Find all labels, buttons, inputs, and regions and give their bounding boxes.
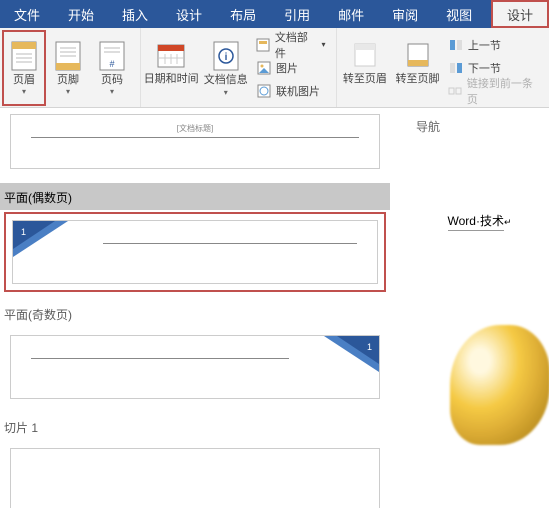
tab-design[interactable]: 设计 <box>162 0 216 28</box>
next-icon <box>448 60 464 76</box>
date-time-button[interactable]: 日期和时间 <box>143 30 199 106</box>
tab-home[interactable]: 开始 <box>54 0 108 28</box>
tab-review[interactable]: 审阅 <box>378 0 432 28</box>
link-previous-button[interactable]: 链接到前一条页 <box>448 80 539 102</box>
thumb-preview: 1 <box>12 220 378 284</box>
tab-mailings[interactable]: 邮件 <box>324 0 378 28</box>
gallery-item-top[interactable]: [文档标题] <box>4 108 386 175</box>
triangle-icon <box>337 336 379 364</box>
prev-section-button[interactable]: 上一节 <box>448 34 539 56</box>
category-odd[interactable]: 平面(奇数页) <box>0 300 390 327</box>
tab-insert[interactable]: 插入 <box>108 0 162 28</box>
gallery-panel[interactable]: [文档标题] 平面(偶数页) 1 平面(奇数页) 1 切片 1 1 <box>0 108 390 508</box>
picture-icon <box>256 60 272 76</box>
ribbon: 页眉 ▾ 页脚 ▾ # 页码 ▾ 日期和时间 i <box>0 28 549 108</box>
header-button[interactable]: 页眉 ▾ <box>2 30 46 106</box>
page-number-label: 页码 <box>101 74 123 87</box>
header-label: 页眉 <box>13 74 35 87</box>
dropdown-arrow-icon: ▾ <box>22 87 26 96</box>
goto-header-icon <box>351 39 379 71</box>
footer-icon <box>54 40 82 72</box>
calendar-icon <box>157 39 185 71</box>
doc-parts-button[interactable]: 文档部件▾ <box>256 34 326 56</box>
doc-title: Word·技术↵ <box>448 212 512 231</box>
doc-parts-icon <box>256 37 271 53</box>
svg-text:i: i <box>224 52 227 63</box>
group-insert: 日期和时间 i 文档信息 ▾ 文档部件▾ 图片 联机图片 <box>141 28 337 107</box>
footer-label: 页脚 <box>57 74 79 87</box>
nav-small-buttons: 上一节 下一节 链接到前一条页 <box>444 30 543 105</box>
document-preview[interactable]: Word·技术↵ <box>410 145 549 445</box>
triangle-icon <box>13 221 55 249</box>
dropdown-arrow-icon: ▾ <box>322 40 326 49</box>
document-area: 导航 Word·技术↵ <box>410 108 549 445</box>
doc-info-icon: i <box>212 40 240 72</box>
insert-small-buttons: 文档部件▾ 图片 联机图片 <box>252 30 330 105</box>
prev-icon <box>448 37 464 53</box>
date-time-label: 日期和时间 <box>144 73 199 97</box>
tab-references[interactable]: 引用 <box>270 0 324 28</box>
ribbon-tabs: 文件 开始 插入 设计 布局 引用 邮件 审阅 视图 设计 <box>0 0 549 28</box>
nav-pane-title: 导航 <box>410 108 549 145</box>
goto-footer-button[interactable]: 转至页脚 <box>391 30 444 106</box>
category-slice1[interactable]: 切片 1 <box>0 413 390 440</box>
tab-file[interactable]: 文件 <box>0 0 54 28</box>
footer-button[interactable]: 页脚 ▾ <box>46 30 90 106</box>
thumb-preview: 1 <box>10 335 380 399</box>
goto-header-label: 转至页眉 <box>343 73 387 97</box>
header-gallery: [文档标题] 平面(偶数页) 1 平面(奇数页) 1 切片 1 1 <box>0 108 549 508</box>
online-picture-button[interactable]: 联机图片 <box>256 80 326 102</box>
link-icon <box>448 83 463 99</box>
gallery-item-slice1[interactable]: 1 <box>4 442 386 508</box>
tab-layout[interactable]: 布局 <box>216 0 270 28</box>
page-number-icon: # <box>98 40 126 72</box>
goto-footer-icon <box>404 39 432 71</box>
thumb-preview: 1 <box>10 448 380 508</box>
group-header-footer: 页眉 ▾ 页脚 ▾ # 页码 ▾ <box>0 28 141 107</box>
picture-button[interactable]: 图片 <box>256 57 326 79</box>
artwork-icon <box>450 325 549 445</box>
doc-info-button[interactable]: i 文档信息 ▾ <box>199 30 252 106</box>
dropdown-arrow-icon: ▾ <box>110 87 114 96</box>
group-navigation: 转至页眉 转至页脚 上一节 下一节 链接到前一条页 <box>337 28 549 107</box>
tab-design-tools[interactable]: 设计 <box>491 0 549 28</box>
gallery-item-odd[interactable]: 1 <box>4 329 386 405</box>
online-picture-icon <box>256 83 272 99</box>
gallery-item-even[interactable]: 1 <box>4 212 386 292</box>
dropdown-arrow-icon: ▾ <box>66 87 70 96</box>
goto-footer-label: 转至页脚 <box>396 73 440 97</box>
thumb-preview: [文档标题] <box>10 114 380 169</box>
goto-header-button[interactable]: 转至页眉 <box>339 30 392 106</box>
tab-view[interactable]: 视图 <box>432 0 486 28</box>
page-number-button[interactable]: # 页码 ▾ <box>90 30 134 106</box>
svg-text:#: # <box>109 59 114 69</box>
category-even[interactable]: 平面(偶数页) <box>0 183 390 210</box>
header-icon <box>10 40 38 72</box>
dropdown-arrow-icon: ▾ <box>224 88 228 97</box>
